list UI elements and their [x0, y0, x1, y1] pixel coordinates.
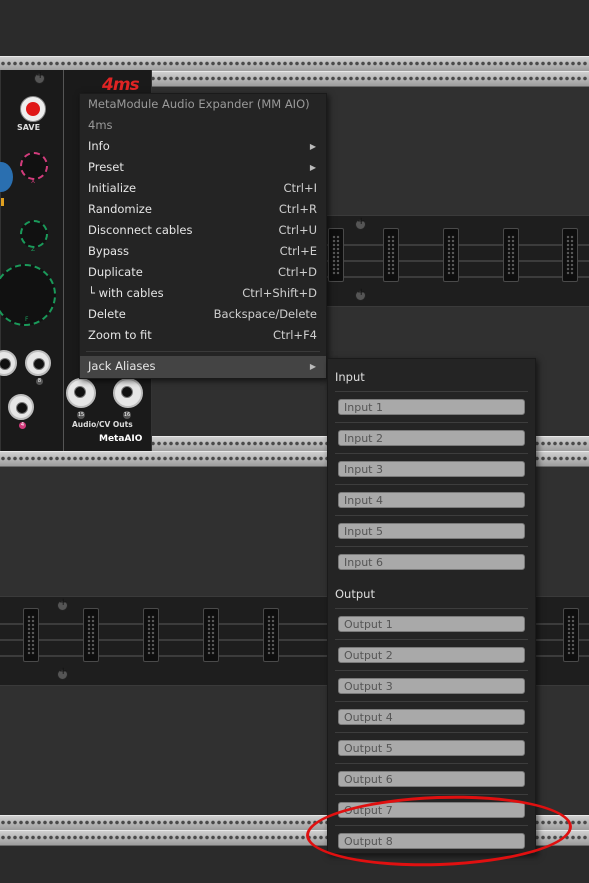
divider — [335, 639, 528, 640]
rack-rail — [150, 71, 589, 87]
knob-z[interactable] — [20, 220, 48, 248]
screw-icon — [34, 70, 45, 84]
ribbon-header — [263, 608, 279, 662]
ribbon-header — [383, 228, 399, 282]
menu-separator — [86, 351, 320, 352]
output-heading: Output — [335, 587, 375, 601]
output-jack-16[interactable] — [113, 378, 143, 408]
jack[interactable] — [25, 350, 51, 376]
output-alias-field-5[interactable]: Output 5 — [338, 740, 525, 756]
knob-x-label: X — [31, 178, 36, 185]
output-alias-field-3[interactable]: Output 3 — [338, 678, 525, 694]
blue-light-icon — [0, 162, 13, 192]
menu-item-disconnect-cables[interactable]: Disconnect cables Ctrl+U — [80, 220, 326, 241]
menu-item-info[interactable]: Info ▶ — [80, 136, 326, 157]
module-name-label: MetaAIO — [99, 434, 143, 444]
input-alias-field-3[interactable]: Input 3 — [338, 461, 525, 477]
menu-brand: 4ms — [88, 118, 113, 132]
ribbon-header — [83, 608, 99, 662]
left-module-panel[interactable]: SAVE X Z F 8 4 — [0, 70, 64, 451]
blank-module-row[interactable] — [320, 215, 589, 307]
divider — [335, 732, 528, 733]
ribbon-header — [23, 608, 39, 662]
ribbon-header — [328, 228, 344, 282]
divider — [335, 391, 528, 392]
ribbon-header — [562, 228, 578, 282]
divider — [335, 546, 528, 547]
submenu-arrow-icon: ▶ — [309, 362, 316, 371]
divider — [335, 422, 528, 423]
jack-number-16: 16 — [123, 411, 131, 419]
divider — [335, 763, 528, 764]
input-alias-field-4[interactable]: Input 4 — [338, 492, 525, 508]
divider — [335, 608, 528, 609]
menu-item-jack-aliases[interactable]: Jack Aliases ▶ — [80, 356, 326, 378]
ribbon-header — [443, 228, 459, 282]
divider — [335, 701, 528, 702]
divider — [335, 794, 528, 795]
jack[interactable] — [8, 394, 34, 420]
menu-item-initialize[interactable]: Initialize Ctrl+I — [80, 178, 326, 199]
menu-item-preset[interactable]: Preset ▶ — [80, 157, 326, 178]
input-alias-field-1[interactable]: Input 1 — [338, 399, 525, 415]
menu-title: MetaModule Audio Expander (MM AIO) — [88, 97, 310, 111]
input-alias-field-5[interactable]: Input 5 — [338, 523, 525, 539]
divider — [335, 453, 528, 454]
outs-label: Audio/CV Outs — [72, 420, 133, 429]
menu-item-zoom-to-fit[interactable]: Zoom to fit Ctrl+F4 — [80, 325, 326, 346]
screw-icon — [355, 287, 366, 301]
save-label: SAVE — [17, 123, 41, 132]
ribbon-header — [563, 608, 579, 662]
knob-f-label: F — [25, 316, 29, 323]
input-heading: Input — [335, 370, 365, 384]
menu-item-randomize[interactable]: Randomize Ctrl+R — [80, 199, 326, 220]
knob-x[interactable] — [20, 152, 48, 180]
menu-item-delete[interactable]: Delete Backspace/Delete — [80, 304, 326, 325]
module-context-menu: MetaModule Audio Expander (MM AIO) 4ms I… — [79, 93, 327, 379]
divider — [335, 670, 528, 671]
menu-item-duplicate[interactable]: Duplicate Ctrl+D — [80, 262, 326, 283]
screw-icon — [57, 666, 68, 680]
jack-number-4: 4 — [19, 422, 26, 429]
screw-icon — [57, 597, 68, 611]
ribbon-header — [143, 608, 159, 662]
ribbon-header — [203, 608, 219, 662]
menu-item-duplicate-with-cables[interactable]: └ with cables Ctrl+Shift+D — [80, 283, 326, 304]
input-alias-field-6[interactable]: Input 6 — [338, 554, 525, 570]
output-alias-field-1[interactable]: Output 1 — [338, 616, 525, 632]
jack-number-15: 15 — [77, 411, 85, 419]
ribbon-header — [503, 228, 519, 282]
output-alias-field-6[interactable]: Output 6 — [338, 771, 525, 787]
menu-item-bypass[interactable]: Bypass Ctrl+E — [80, 241, 326, 262]
jack-number-8: 8 — [36, 378, 43, 385]
save-button[interactable] — [20, 96, 46, 122]
submenu-arrow-icon: ▶ — [309, 142, 316, 151]
submenu-arrow-icon: ▶ — [309, 163, 316, 172]
jack-aliases-submenu: Input Input 1 Input 2 Input 3 Input 4 In… — [327, 358, 536, 854]
output-alias-field-2[interactable]: Output 2 — [338, 647, 525, 663]
divider — [335, 484, 528, 485]
brand-logo: 4ms — [102, 75, 140, 95]
divider — [335, 515, 528, 516]
output-alias-field-4[interactable]: Output 4 — [338, 709, 525, 725]
jack[interactable] — [0, 350, 17, 376]
input-alias-field-2[interactable]: Input 2 — [338, 430, 525, 446]
output-jack-15[interactable] — [66, 378, 96, 408]
indicator — [1, 198, 4, 206]
screw-icon — [355, 216, 366, 230]
knob-z-label: Z — [31, 246, 36, 253]
